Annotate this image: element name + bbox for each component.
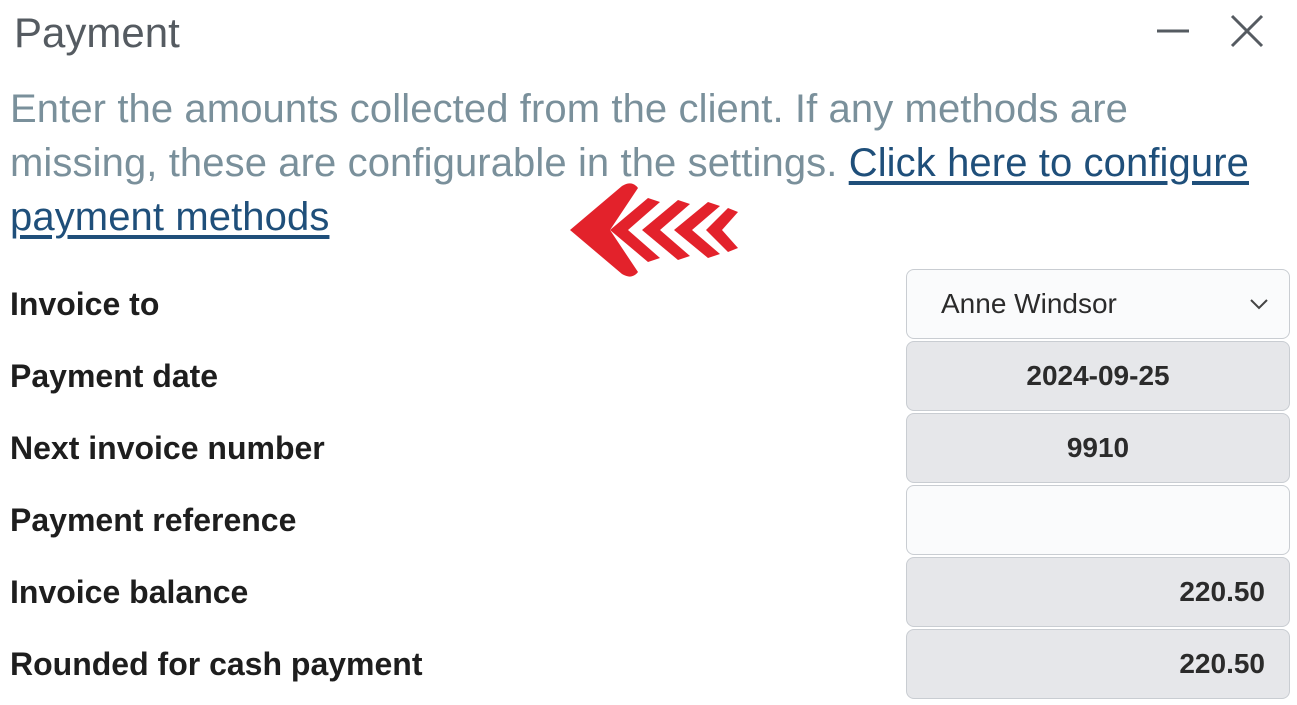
invoice-to-value: Anne Windsor bbox=[941, 288, 1117, 319]
payment-reference-label: Payment reference bbox=[10, 502, 297, 538]
invoice-to-row: Invoice to Anne Windsor bbox=[0, 269, 1297, 339]
payment-date-row: Payment date 2024-09-25 bbox=[0, 341, 1297, 411]
payment-reference-input[interactable] bbox=[907, 486, 1289, 554]
payment-date-label: Payment date bbox=[10, 358, 219, 394]
invoice-to-label: Invoice to bbox=[10, 286, 160, 322]
close-icon bbox=[1230, 14, 1264, 48]
chevron-down-icon bbox=[1250, 299, 1268, 310]
close-button[interactable] bbox=[1222, 8, 1272, 54]
red-arrow-pointer-icon bbox=[570, 183, 738, 277]
rounded-cash-field: 220.50 bbox=[906, 629, 1290, 699]
payment-dialog: Payment Enter the amounts collected from… bbox=[0, 0, 1297, 705]
invoice-balance-row: Invoice balance 220.50 bbox=[0, 557, 1297, 627]
rounded-cash-row: Rounded for cash payment 220.50 bbox=[0, 629, 1297, 699]
next-invoice-number-field: 9910 bbox=[906, 413, 1290, 483]
invoice-to-select[interactable]: Anne Windsor bbox=[906, 269, 1290, 339]
rounded-cash-label: Rounded for cash payment bbox=[10, 646, 423, 682]
payment-reference-row: Payment reference bbox=[0, 485, 1297, 555]
invoice-balance-field: 220.50 bbox=[906, 557, 1290, 627]
next-invoice-number-row: Next invoice number 9910 bbox=[0, 413, 1297, 483]
payment-reference-field bbox=[906, 485, 1290, 555]
dialog-title: Payment bbox=[14, 9, 180, 56]
next-invoice-number-label: Next invoice number bbox=[10, 430, 325, 466]
minimize-button[interactable] bbox=[1148, 8, 1198, 54]
minimize-icon bbox=[1157, 29, 1189, 33]
invoice-balance-label: Invoice balance bbox=[10, 574, 249, 610]
payment-date-field: 2024-09-25 bbox=[906, 341, 1290, 411]
